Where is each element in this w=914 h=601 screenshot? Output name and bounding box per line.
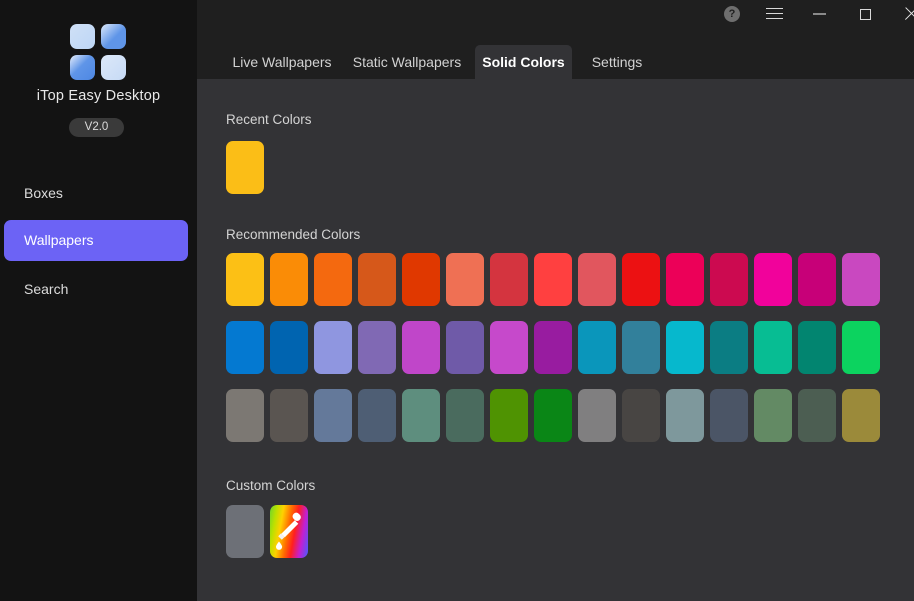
recommended-color-swatch[interactable] <box>710 321 748 374</box>
recommended-color-swatch[interactable] <box>358 389 396 442</box>
recommended-color-swatch[interactable] <box>446 253 484 306</box>
recommended-color-swatch[interactable] <box>666 389 704 442</box>
app-logo-icon <box>68 24 128 82</box>
recommended-color-swatch[interactable] <box>842 321 880 374</box>
custom-colors-title: Custom Colors <box>226 478 315 493</box>
recommended-color-swatch[interactable] <box>578 321 616 374</box>
tab-static-wallpapers[interactable]: Static Wallpapers <box>346 45 468 79</box>
recommended-color-swatch[interactable] <box>622 253 660 306</box>
app-title: iTop Easy Desktop <box>0 88 197 104</box>
minimize-icon <box>813 13 826 14</box>
logo-cell-bottom-left <box>70 55 95 80</box>
recommended-color-swatch[interactable] <box>314 389 352 442</box>
recommended-color-swatch[interactable] <box>490 321 528 374</box>
recommended-color-swatch[interactable] <box>578 253 616 306</box>
recommended-color-swatch[interactable] <box>842 389 880 442</box>
close-button[interactable] <box>888 0 914 28</box>
tab-bar: Live Wallpapers Static Wallpapers Solid Co… <box>197 28 914 79</box>
close-icon <box>904 7 914 21</box>
recent-color-swatch[interactable] <box>226 141 264 194</box>
custom-color-picker-button[interactable] <box>270 505 308 558</box>
recommended-colors-title: Recommended Colors <box>226 227 360 242</box>
logo-cell-top-right <box>101 24 126 49</box>
recommended-color-swatch[interactable] <box>534 389 572 442</box>
recommended-color-swatch[interactable] <box>358 321 396 374</box>
sidebar-item-wallpapers[interactable]: Wallpapers <box>4 220 188 261</box>
tab-label: Static Wallpapers <box>353 54 461 70</box>
maximize-icon <box>860 9 871 20</box>
recommended-color-swatch[interactable] <box>402 321 440 374</box>
recommended-color-swatch[interactable] <box>666 253 704 306</box>
titlebar: ? <box>197 0 914 28</box>
recommended-color-swatch[interactable] <box>578 389 616 442</box>
recommended-color-swatch[interactable] <box>754 321 792 374</box>
recommended-color-swatch[interactable] <box>314 253 352 306</box>
recommended-color-swatch[interactable] <box>534 321 572 374</box>
recommended-color-swatch[interactable] <box>226 389 264 442</box>
recommended-color-swatch[interactable] <box>402 253 440 306</box>
tab-solid-colors[interactable]: Solid Colors <box>475 45 572 79</box>
menu-button[interactable] <box>754 0 794 28</box>
recommended-color-swatch[interactable] <box>270 389 308 442</box>
recommended-color-swatch[interactable] <box>798 389 836 442</box>
recommended-color-swatch[interactable] <box>402 389 440 442</box>
recommended-color-swatch[interactable] <box>226 253 264 306</box>
recommended-color-swatch[interactable] <box>666 321 704 374</box>
recommended-color-swatch[interactable] <box>622 321 660 374</box>
main-content: Recent Colors Recommended Colors Custom … <box>197 79 914 601</box>
recommended-color-swatch[interactable] <box>314 321 352 374</box>
sidebar-item-label: Wallpapers <box>24 232 94 248</box>
recommended-color-swatch[interactable] <box>358 253 396 306</box>
recommended-color-swatch[interactable] <box>490 389 528 442</box>
logo-cell-bottom-right <box>101 55 126 80</box>
sidebar-item-search[interactable]: Search <box>4 269 188 310</box>
tab-live-wallpapers[interactable]: Live Wallpapers <box>226 45 338 79</box>
tab-label: Settings <box>592 54 643 70</box>
recommended-color-swatch[interactable] <box>754 253 792 306</box>
tab-label: Live Wallpapers <box>232 54 331 70</box>
recommended-color-swatch[interactable] <box>534 253 572 306</box>
recommended-color-swatch[interactable] <box>226 321 264 374</box>
maximize-button[interactable] <box>842 0 888 28</box>
sidebar-item-label: Boxes <box>24 185 63 201</box>
recommended-color-swatch[interactable] <box>446 321 484 374</box>
recommended-color-swatch[interactable] <box>622 389 660 442</box>
hamburger-menu-icon <box>766 8 783 20</box>
sidebar-item-boxes[interactable]: Boxes <box>4 173 188 214</box>
recommended-color-swatch[interactable] <box>710 389 748 442</box>
recommended-color-swatch[interactable] <box>446 389 484 442</box>
recommended-color-swatch[interactable] <box>842 253 880 306</box>
eyedropper-icon <box>274 511 304 552</box>
tab-label: Solid Colors <box>482 54 564 70</box>
recommended-color-swatch[interactable] <box>798 253 836 306</box>
tab-settings[interactable]: Settings <box>577 45 657 79</box>
logo-cell-top-left <box>70 24 95 49</box>
custom-color-empty-slot[interactable] <box>226 505 264 558</box>
recommended-color-swatch[interactable] <box>270 321 308 374</box>
help-icon: ? <box>724 6 740 22</box>
recommended-color-swatch[interactable] <box>710 253 748 306</box>
recommended-color-swatch[interactable] <box>754 389 792 442</box>
sidebar-item-label: Search <box>24 281 68 297</box>
app-window: iTop Easy Desktop V2.0 Boxes Wallpapers … <box>0 0 914 601</box>
recommended-color-swatch[interactable] <box>798 321 836 374</box>
recent-colors-title: Recent Colors <box>226 112 312 127</box>
help-button[interactable]: ? <box>714 0 750 28</box>
recommended-color-swatch[interactable] <box>490 253 528 306</box>
recommended-color-swatch[interactable] <box>270 253 308 306</box>
minimize-button[interactable] <box>796 0 842 28</box>
version-badge: V2.0 <box>69 118 124 137</box>
sidebar: iTop Easy Desktop V2.0 Boxes Wallpapers … <box>0 0 197 601</box>
